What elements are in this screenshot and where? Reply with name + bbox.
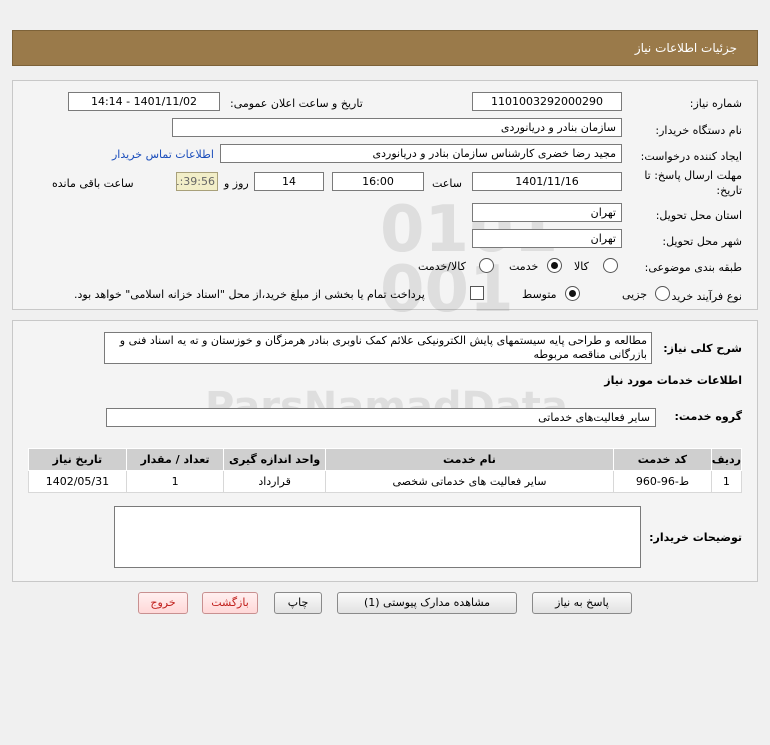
need-number-label: شماره نیاز: (689, 97, 742, 110)
attachments-button[interactable]: مشاهده مدارک پیوستی (1) (337, 592, 517, 614)
services-table-wrap: ردیف کد خدمت نام خدمت واحد اندازه گیری ت… (28, 448, 743, 493)
requester-label: ایجاد کننده درخواست: (640, 150, 742, 163)
requester-field: مجید رضا خضری کارشناس سازمان بنادر و دری… (220, 144, 622, 163)
summary-text: مطالعه و طراحی پایه سیستمهای پایش الکترو… (119, 334, 647, 361)
buyer-contact-link[interactable]: اطلاعات تماس خریدار (112, 148, 214, 161)
province-label: استان محل تحویل: (655, 209, 742, 222)
category-service-label: خدمت (509, 260, 539, 273)
days-label: روز و (224, 177, 249, 190)
treasury-payment-note: پرداخت تمام یا بخشی از مبلغ خرید،از محل … (74, 288, 425, 301)
city-field: تهران (472, 229, 622, 248)
page-title: جزئیات اطلاعات نیاز (634, 41, 737, 55)
page-header: جزئیات اطلاعات نیاز (12, 30, 758, 66)
category-goods-service-label: کالا/خدمت (418, 260, 466, 273)
table-row: 1 ط-96-960 سایر فعالیت های خدماتی شخصی ق… (28, 470, 743, 493)
days-field: 14 (254, 172, 324, 191)
category-label: طبقه بندی موضوعی: (644, 261, 742, 274)
deadline-time-field: 16:00 (332, 172, 424, 191)
process-medium-label: متوسط (522, 288, 557, 301)
deadline-label-line2: تاریخ: (716, 184, 742, 197)
cell-quantity: 1 (125, 470, 225, 493)
cell-service-name: سایر فعالیت های خدماتی شخصی (324, 470, 615, 493)
col-unit: واحد اندازه گیری (223, 448, 326, 471)
services-heading: اطلاعات خدمات مورد نیاز (604, 374, 742, 387)
col-row: ردیف (710, 448, 743, 471)
buyer-org-field: سازمان بنادر و دریانوردی (172, 118, 622, 137)
col-service-code: کد خدمت (613, 448, 712, 471)
deadline-date-field: 1401/11/16 (472, 172, 622, 191)
deadline-time-label: ساعت (432, 177, 462, 190)
remaining-label: ساعت باقی مانده (52, 177, 134, 190)
col-service-name: نام خدمت (324, 448, 615, 471)
service-group-label: گروه خدمت: (674, 410, 742, 423)
announce-field: 1401/11/02 - 14:14 (68, 92, 220, 111)
exit-button[interactable]: خروج (138, 592, 188, 614)
back-button[interactable]: بازگشت (202, 592, 258, 614)
summary-box: مطالعه و طراحی پایه سیستمهای پایش الکترو… (104, 332, 652, 364)
print-button[interactable]: چاپ (274, 592, 322, 614)
process-label: نوع فرآیند خرید : (664, 290, 742, 303)
category-goods-service-radio[interactable] (479, 258, 494, 273)
process-minor-radio[interactable] (655, 286, 670, 301)
reply-button[interactable]: پاسخ به نیاز (532, 592, 632, 614)
treasury-payment-checkbox[interactable] (470, 286, 484, 300)
cell-unit: قرارداد (223, 470, 326, 493)
need-number-field: 1101003292000290 (472, 92, 622, 111)
services-table: ردیف کد خدمت نام خدمت واحد اندازه گیری ت… (28, 448, 743, 493)
buyer-notes-label: توضیحات خریدار: (649, 531, 742, 544)
category-service-radio[interactable] (547, 258, 562, 273)
summary-label: شرح کلی نیاز: (663, 342, 742, 355)
category-goods-label: کالا (574, 260, 589, 273)
cell-service-code: ط-96-960 (613, 470, 712, 493)
col-need-date: تاریخ نیاز (28, 448, 127, 471)
deadline-label: مهلت ارسال پاسخ: تا تاریخ: (644, 168, 742, 198)
buyer-org-label: نام دستگاه خریدار: (655, 124, 742, 137)
deadline-label-line1: مهلت ارسال پاسخ: تا (644, 169, 742, 182)
buyer-notes-box (114, 506, 641, 568)
service-group-field: سایر فعالیت‌های خدماتی (106, 408, 656, 427)
cell-row: 1 (710, 470, 743, 493)
table-header-row: ردیف کد خدمت نام خدمت واحد اندازه گیری ت… (28, 448, 743, 471)
province-field: تهران (472, 203, 622, 222)
process-medium-radio[interactable] (565, 286, 580, 301)
cell-need-date: 1402/05/31 (28, 470, 127, 493)
city-label: شهر محل تحویل: (662, 235, 742, 248)
process-minor-label: جزیی (622, 288, 648, 301)
col-quantity: تعداد / مقدار (125, 448, 225, 471)
announce-label: تاریخ و ساعت اعلان عمومی: (230, 97, 363, 110)
remaining-time-field: 01:39:56 (176, 172, 218, 191)
category-goods-radio[interactable] (603, 258, 618, 273)
